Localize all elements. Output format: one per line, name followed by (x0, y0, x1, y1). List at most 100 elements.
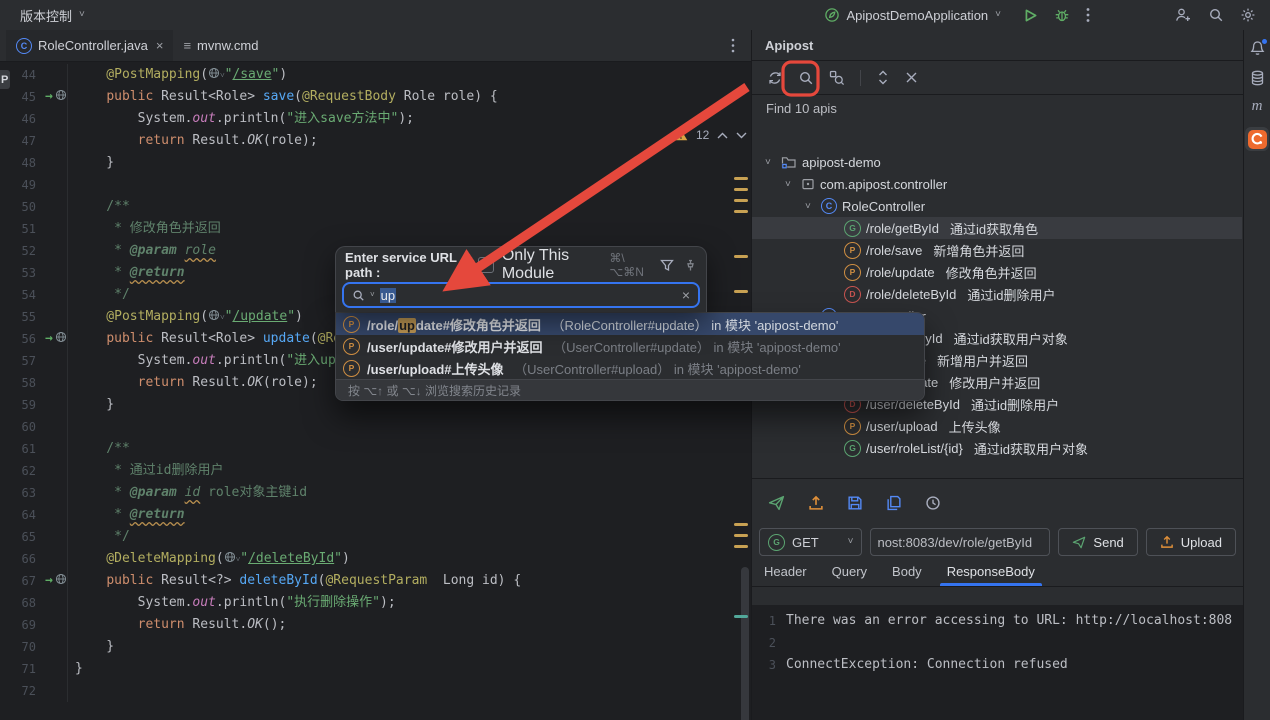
line-number: 67 (21, 574, 36, 588)
vcs-widget[interactable]: 版本控制 ˅ (0, 6, 85, 25)
gutter (38, 218, 68, 240)
stripe-mark (734, 615, 748, 618)
search-input[interactable]: ˅ up × (342, 282, 700, 308)
inspection-widget[interactable]: 12 (674, 128, 747, 142)
only-this-module-checkbox[interactable] (477, 257, 494, 273)
run-api-arrow-icon[interactable]: → (45, 328, 53, 350)
send-label: Send (1093, 534, 1124, 550)
api-gutter-icons[interactable]: → (38, 570, 68, 592)
close-icon[interactable]: × (156, 38, 164, 53)
search-api-icon[interactable] (798, 70, 814, 86)
search-result-row[interactable]: P/user/update#修改用户并返回 （UserController#up… (336, 335, 924, 357)
api-gutter-icons[interactable]: → (38, 86, 68, 108)
tab-options-kebab-icon[interactable] (731, 38, 735, 53)
line-number: 45 (21, 90, 36, 104)
package-icon (801, 177, 815, 191)
tree-desc: 新增用户并返回 (936, 353, 1028, 369)
api-tree-row[interactable]: P/role/save 新增角色并返回 (752, 239, 1242, 261)
tab-responsebody[interactable]: ResponseBody (939, 557, 1043, 586)
pin-icon[interactable] (684, 259, 697, 272)
send-icon[interactable] (768, 495, 785, 511)
upload-icon[interactable] (808, 495, 824, 511)
code-text: return Result.OK(role); (137, 375, 318, 390)
globe-icon[interactable] (55, 86, 67, 108)
expand-all-icon[interactable] (876, 70, 890, 85)
filter-funnel-icon[interactable] (660, 258, 674, 272)
save-icon[interactable] (847, 495, 863, 511)
gutter (38, 284, 68, 306)
response-body[interactable]: 1 There was an error accessing to URL: ht… (752, 605, 1243, 720)
result-location-text: （RoleController#update） in 模块 'apipost-d… (547, 317, 839, 333)
api-tree-row[interactable]: P/user/upload 上传头像 (752, 415, 1242, 437)
run-api-arrow-icon[interactable]: → (45, 86, 53, 108)
url-globe-icon[interactable]: ˅ (224, 551, 240, 566)
tree-node[interactable]: ˅ apipost-demo (752, 151, 1242, 173)
url-globe-icon[interactable]: ˅ (208, 309, 225, 324)
tab-query[interactable]: Query (832, 557, 867, 586)
search-history-chevron-icon[interactable]: ˅ (370, 291, 375, 299)
method-value: GET (792, 534, 819, 550)
search-result-row[interactable]: P/user/upload#上传头像 （UserController#uploa… (336, 357, 924, 379)
run-api-arrow-icon[interactable]: → (45, 570, 53, 592)
database-icon[interactable] (1250, 70, 1265, 86)
api-tree-row[interactable]: G/user/roleList/{id} 通过id获取用户对象 (752, 437, 1242, 459)
search-result-row[interactable]: P/role/update#修改角色并返回 （RoleController#up… (336, 313, 924, 335)
chevron-down-icon[interactable]: ˅ (785, 179, 796, 190)
line-number: 68 (21, 596, 36, 610)
apipost-stripe-button[interactable] (1245, 127, 1269, 151)
tree-label: /user/roleList/{id} (866, 440, 963, 456)
more-actions-kebab-icon[interactable] (1086, 7, 1090, 23)
api-tree-row[interactable]: D/role/deleteById 通过id删除用户 (752, 283, 1242, 305)
tab-rolecontroller[interactable]: C RoleController.java × (6, 30, 174, 61)
maven-icon[interactable]: m (1252, 99, 1263, 114)
refresh-icon[interactable] (767, 70, 783, 86)
editor-scrollbar-thumb[interactable] (741, 567, 749, 720)
tool-window-stripe-fragment[interactable]: P (0, 70, 10, 89)
code-text: public Result<Role> save(@RequestBody Ro… (106, 89, 498, 104)
prev-issue-icon[interactable] (717, 132, 728, 139)
api-tree-row[interactable]: P/role/update 修改角色并返回 (752, 261, 1242, 283)
history-icon[interactable] (925, 495, 941, 511)
add-user-icon[interactable] (1174, 7, 1192, 23)
api-gutter-icons[interactable]: → (38, 328, 68, 350)
tab-mvnw[interactable]: ≡ mvnw.cmd (173, 30, 268, 61)
next-issue-icon[interactable] (736, 132, 747, 139)
run-config-selector[interactable]: ApipostDemoApplication ˅ (824, 7, 1001, 23)
tab-body[interactable]: Body (892, 557, 922, 586)
run-button[interactable] (1023, 8, 1038, 23)
tree-node[interactable]: ˅ com.apipost.controller (752, 173, 1242, 195)
globe-icon[interactable] (55, 570, 67, 592)
debug-button[interactable] (1054, 7, 1070, 23)
apipost-toolbar (752, 61, 1243, 95)
method-select[interactable]: G GET ˅ (759, 528, 863, 556)
tab-header[interactable]: Header (764, 557, 807, 586)
method-d-icon: D (844, 285, 861, 303)
line-number: 1 (768, 614, 776, 628)
settings-gear-icon[interactable] (1240, 7, 1256, 23)
send-button[interactable]: Send (1058, 528, 1138, 556)
result-location-text: （UserController#upload） in 模块 'apipost-d… (510, 361, 801, 377)
collapse-all-icon[interactable] (905, 71, 918, 84)
notifications-bell-icon[interactable] (1249, 39, 1267, 57)
tree-label: /role/update (866, 264, 935, 280)
request-section: G GET ˅ nost:8083/dev/role/getById Send … (752, 478, 1243, 720)
clear-icon[interactable]: × (682, 287, 690, 303)
upload-button[interactable]: Upload (1145, 528, 1236, 556)
url-input[interactable]: nost:8083/dev/role/getById (870, 528, 1051, 556)
chevron-down-icon[interactable]: ˅ (805, 201, 816, 212)
result-main-text: /user/update#修改用户并返回 (367, 339, 543, 355)
api-tree-row[interactable]: G/role/getById 通过id获取角色 (752, 217, 1242, 239)
tree-desc: 新增角色并返回 (933, 243, 1025, 259)
search-module-icon[interactable] (829, 70, 845, 86)
code-text: @DeleteMapping(˅"/deleteById") (75, 551, 350, 566)
docs-icon[interactable] (886, 495, 902, 511)
line-number: 65 (21, 530, 36, 544)
globe-icon[interactable] (55, 328, 67, 350)
url-globe-icon[interactable]: ˅ (208, 67, 225, 82)
search-everywhere-icon[interactable] (1208, 7, 1224, 23)
response-text: There was an error accessing to URL: htt… (786, 613, 1233, 628)
gutter (38, 548, 68, 570)
chevron-down-icon[interactable]: ˅ (765, 157, 776, 168)
tree-node[interactable]: ˅ C RoleController (752, 195, 1242, 217)
tree-desc: 通过id获取用户对象 (953, 331, 1068, 347)
